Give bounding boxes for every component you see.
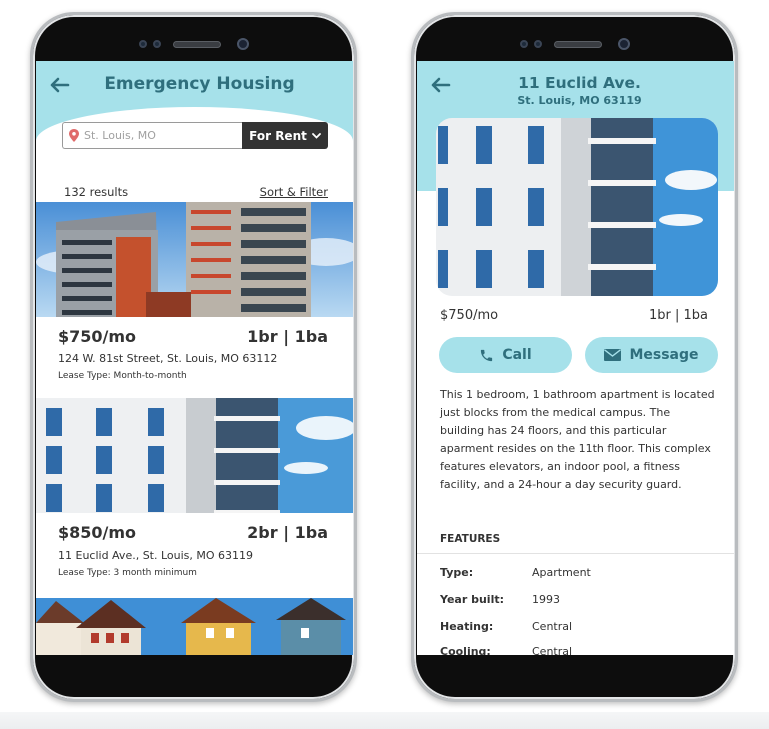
detail-price-row: $750/mo 1br | 1ba xyxy=(440,308,708,323)
phone-left: Emergency Housing St. Louis, MO For Rent… xyxy=(30,12,357,702)
chevron-down-icon xyxy=(311,132,321,139)
sensor-dot xyxy=(138,40,147,48)
feature-row: Heating: Central xyxy=(440,620,700,633)
listing-price-row: $750/mo 1br | 1ba xyxy=(58,327,328,346)
location-placeholder: St. Louis, MO xyxy=(84,129,156,142)
for-rent-label: For Rent xyxy=(249,128,307,143)
message-label: Message xyxy=(629,347,699,363)
sensor-dot xyxy=(519,40,528,48)
page-subtitle: St. Louis, MO 63119 xyxy=(517,94,642,107)
call-label: Call xyxy=(502,347,532,363)
listing-price: $850/mo xyxy=(58,523,137,542)
location-pin-icon xyxy=(69,129,79,142)
hero-photo[interactable] xyxy=(436,118,718,296)
speaker-grille xyxy=(553,40,602,48)
feature-key: Type: xyxy=(440,566,474,579)
sensor-dot xyxy=(533,40,542,48)
row-houses-photo xyxy=(36,598,353,655)
listing-lease: Lease Type: 3 month minimum xyxy=(58,568,197,578)
feature-key: Cooling: xyxy=(440,645,491,655)
detail-beds-baths: 1br | 1ba xyxy=(648,308,708,323)
message-button[interactable]: Message xyxy=(585,337,718,373)
floor-shadow xyxy=(0,712,769,729)
white-tower-photo xyxy=(436,118,718,296)
listing-address[interactable]: 11 Euclid Ave., St. Louis, MO 63119 xyxy=(58,549,253,562)
screen-listings: Emergency Housing St. Louis, MO For Rent… xyxy=(36,61,353,655)
front-camera xyxy=(236,38,249,50)
sensor-dot xyxy=(152,40,161,48)
detail-price: $750/mo xyxy=(440,308,499,323)
results-count: 132 results xyxy=(64,185,129,199)
listing-photo[interactable] xyxy=(36,598,353,655)
property-description: This 1 bedroom, 1 bathroom apartment is … xyxy=(440,388,715,491)
apartment-towers-photo xyxy=(36,202,353,317)
feature-key: Year built: xyxy=(440,593,504,606)
page-title: 11 Euclid Ave. xyxy=(518,74,641,92)
features-divider xyxy=(417,553,734,554)
features-heading: FEATURES xyxy=(440,533,501,545)
listing-lease: Lease Type: Month-to-month xyxy=(58,371,187,381)
screen-detail: 11 Euclid Ave. St. Louis, MO 63119 $750/… xyxy=(417,61,734,655)
feature-row: Year built: 1993 xyxy=(440,593,700,606)
search-bar: St. Louis, MO For Rent xyxy=(62,122,328,149)
listing-address[interactable]: 124 W. 81st Street, St. Louis, MO 63112 xyxy=(58,352,277,365)
envelope-icon xyxy=(604,349,622,361)
listing-beds-baths: 2br | 1ba xyxy=(247,523,328,542)
phone-sensors xyxy=(414,38,735,50)
feature-row: Cooling: Central xyxy=(440,645,700,655)
page-title: Emergency Housing xyxy=(104,74,295,94)
feature-value: Central xyxy=(532,645,573,655)
feature-value: Apartment xyxy=(532,566,591,579)
listing-price-row: $850/mo 2br | 1ba xyxy=(58,523,328,542)
listing-photo[interactable] xyxy=(36,202,353,317)
front-camera xyxy=(617,38,630,50)
phone-right: 11 Euclid Ave. St. Louis, MO 63119 $750/… xyxy=(411,12,738,702)
white-tower-photo xyxy=(36,398,353,513)
sort-filter-link[interactable]: Sort & Filter xyxy=(260,185,328,199)
for-rent-dropdown[interactable]: For Rent xyxy=(242,122,328,149)
listing-photo[interactable] xyxy=(36,398,353,513)
feature-key: Heating: xyxy=(440,620,494,633)
listing-price: $750/mo xyxy=(58,327,137,346)
results-bar: 132 results Sort & Filter xyxy=(64,185,328,199)
listing-beds-baths: 1br | 1ba xyxy=(247,327,328,346)
feature-value: 1993 xyxy=(532,593,560,606)
phone-sensors xyxy=(33,38,354,50)
feature-row: Type: Apartment xyxy=(440,566,700,579)
call-button[interactable]: Call xyxy=(439,337,572,373)
speaker-grille xyxy=(172,40,221,48)
location-search-input[interactable]: St. Louis, MO xyxy=(62,122,242,149)
phone-icon xyxy=(481,349,493,361)
feature-value: Central xyxy=(532,620,573,633)
